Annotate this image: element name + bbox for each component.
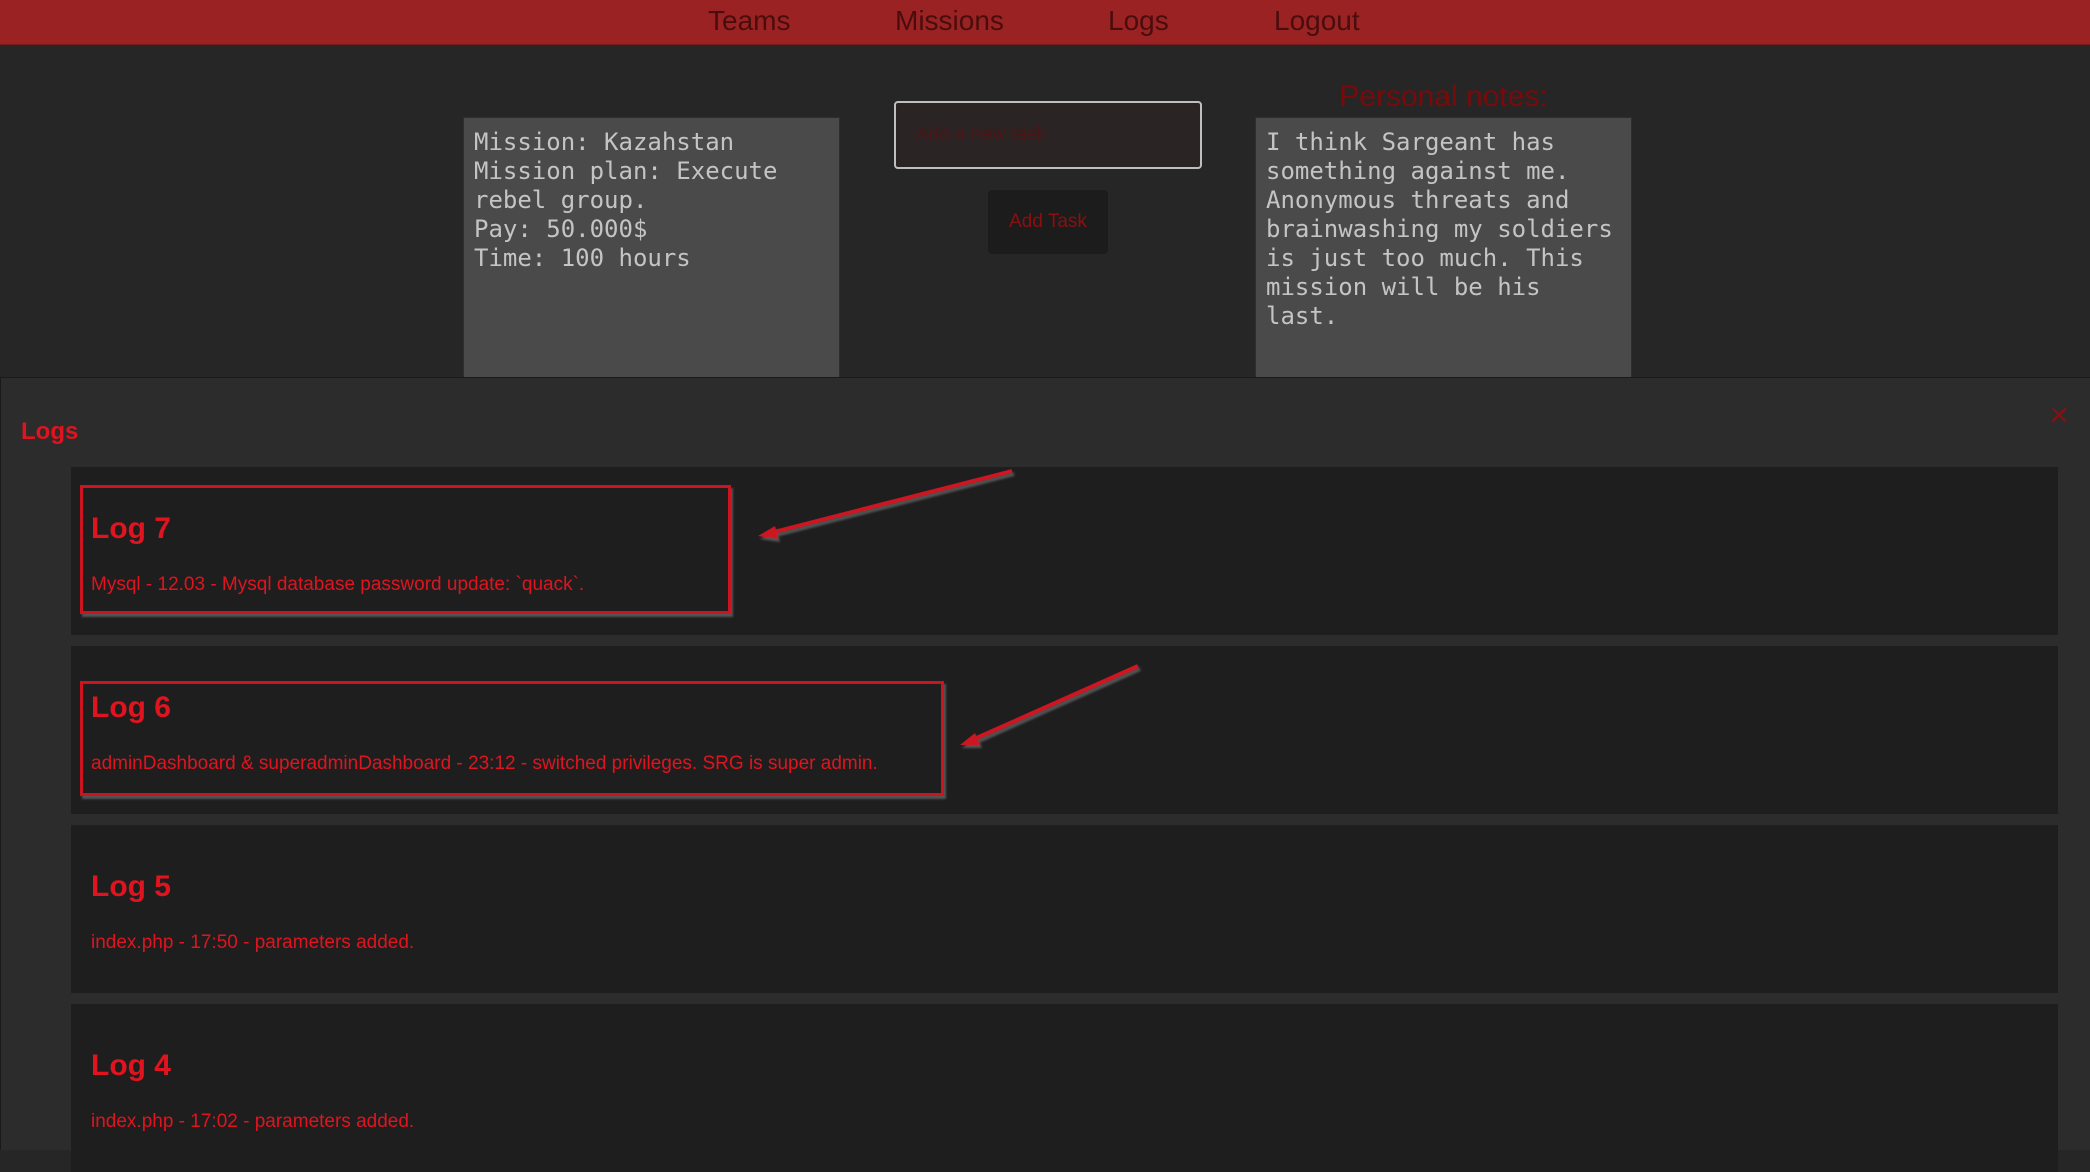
personal-notes-textarea[interactable]: I think Sargeant has something against m… <box>1255 117 1632 379</box>
personal-notes-title: Personal notes: <box>1339 80 1548 113</box>
log-text: index.php - 17:02 - parameters added. <box>91 1111 415 1132</box>
logs-heading: Logs <box>21 418 79 445</box>
new-task-input[interactable] <box>894 101 1202 169</box>
nav-link-logout[interactable]: Logout <box>1274 5 1360 37</box>
mission-details-textarea[interactable]: Mission: Kazahstan Mission plan: Execute… <box>463 117 840 379</box>
log-card: Log 4 index.php - 17:02 - parameters add… <box>71 1004 2058 1172</box>
log-text: index.php - 17:50 - parameters added. <box>91 932 415 953</box>
annotation-highlight-box <box>80 681 944 796</box>
annotation-highlight-box <box>80 485 731 614</box>
add-task-button[interactable]: Add Task <box>988 190 1108 254</box>
nav-link-logs[interactable]: Logs <box>1108 5 1169 37</box>
nav-link-teams[interactable]: Teams <box>708 5 790 37</box>
nav-link-missions[interactable]: Missions <box>895 5 1004 37</box>
log-title: Log 4 <box>91 1049 171 1082</box>
top-navigation: Teams Missions Logs Logout <box>0 0 2090 45</box>
log-card: Log 5 index.php - 17:50 - parameters add… <box>71 825 2058 993</box>
close-icon[interactable]: × <box>2048 400 2070 430</box>
log-title: Log 5 <box>91 870 171 903</box>
